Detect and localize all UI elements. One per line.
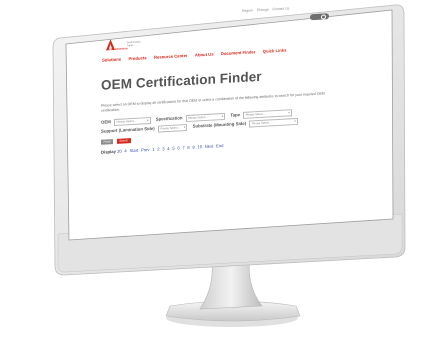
nav-item-products[interactable]: Products — [128, 55, 146, 61]
website-screen: Region Change Contact Us AVERY DENNISON … — [96, 0, 354, 200]
tape-select[interactable]: Please Select... — [243, 109, 292, 119]
nav-item-solutions[interactable]: Solutions — [102, 57, 121, 63]
substrate-select[interactable]: Please Select... — [249, 117, 298, 128]
pager-page-3[interactable]: 3 — [162, 146, 164, 151]
support-label: Support (Lamination Side) — [101, 126, 155, 135]
logo-wordmark: AVERY DENNISON — [106, 48, 128, 52]
search-icon — [321, 14, 326, 20]
pager-page-9[interactable]: 9 — [192, 145, 194, 150]
pager-start[interactable]: Start — [129, 148, 138, 153]
nav-item-about-us[interactable]: About Us — [195, 52, 214, 58]
specification-select[interactable]: Please Select... — [185, 112, 226, 122]
pagination: Display 20 4 Start Prev 1 2 3 4 5 6 7 8 … — [101, 143, 225, 155]
brand-logo[interactable]: AVERY DENNISON Performance Tapes — [106, 37, 146, 53]
pager-page-1[interactable]: 1 — [152, 147, 154, 152]
pager-page-4[interactable]: 4 — [167, 146, 169, 151]
utility-bar: Region Change Contact Us — [242, 6, 292, 13]
intro-text: Please select an OEM to display all cert… — [101, 91, 325, 113]
pager-page-6[interactable]: 6 — [177, 145, 179, 150]
search-submit-button[interactable]: Search — [116, 138, 131, 144]
pager-page-10[interactable]: 10 — [197, 144, 202, 149]
nav-item-document-finder[interactable]: Document Finder — [221, 49, 255, 56]
specification-label: Specification — [155, 115, 183, 123]
logo-division: Performance Tapes — [127, 40, 141, 48]
form-buttons: Reset Search — [101, 137, 133, 145]
pager-page-8[interactable]: 8 — [187, 145, 189, 150]
oem-label: OEM — [101, 119, 111, 126]
substrate-label: Substrate (Mounting Side) — [192, 121, 247, 130]
support-select[interactable]: Please Select... — [157, 123, 188, 133]
monitor-scene: Region Change Contact Us AVERY DENNISON … — [0, 0, 435, 341]
page-title: OEM Certification Finder — [101, 68, 262, 93]
display-option-4[interactable]: 4 — [124, 148, 126, 153]
display-label: Display — [101, 148, 116, 155]
pager-page-5[interactable]: 5 — [172, 146, 174, 151]
pager-page-2[interactable]: 2 — [157, 147, 159, 152]
reset-button[interactable]: Reset — [101, 139, 114, 145]
oem-select[interactable]: Please Select... — [114, 117, 151, 126]
search-button[interactable] — [310, 13, 329, 21]
pager-end[interactable]: End — [216, 143, 223, 148]
display-option-20[interactable]: 20 — [117, 149, 122, 154]
pager-prev[interactable]: Prev — [141, 147, 150, 152]
pager-next[interactable]: Next — [205, 144, 214, 149]
contact-link[interactable]: Contact Us — [273, 6, 290, 11]
nav-item-quick-links[interactable]: Quick Links — [263, 48, 287, 54]
nav-item-resource-center[interactable]: Resource Center — [154, 53, 188, 60]
region-label: Region — [242, 8, 253, 13]
change-region-link[interactable]: Change — [257, 8, 269, 13]
pager-page-7[interactable]: 7 — [182, 145, 184, 150]
tape-label: Tape — [230, 112, 241, 119]
